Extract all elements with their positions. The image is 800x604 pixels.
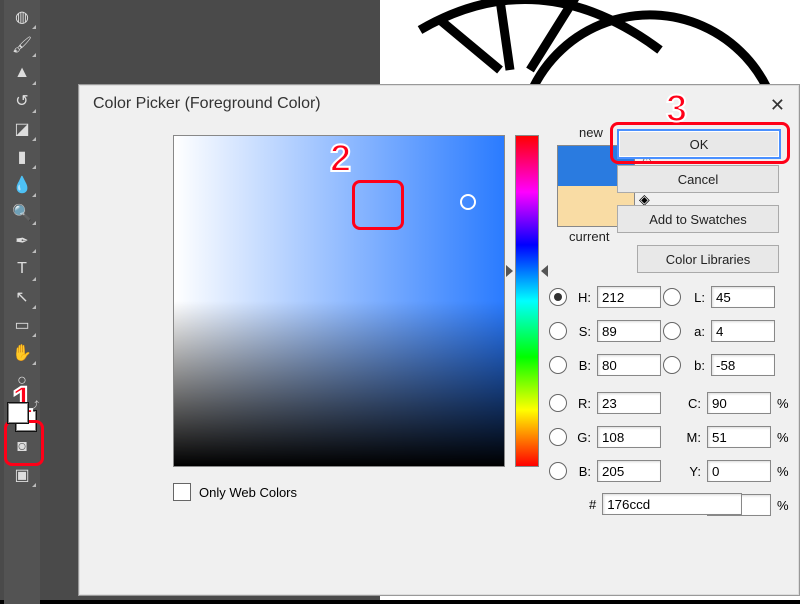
current-color-label: current — [569, 229, 609, 244]
M-unit: % — [777, 430, 789, 445]
spot-healing-tool[interactable]: ◍ — [7, 4, 37, 30]
blur-tool[interactable]: 💧 — [7, 172, 37, 198]
hex-input[interactable] — [602, 493, 742, 515]
hue-input[interactable] — [597, 286, 661, 308]
g-row: G: — [549, 425, 661, 449]
hue-slider[interactable] — [515, 135, 539, 467]
a-label: a: — [683, 324, 705, 339]
L-radio[interactable] — [663, 288, 681, 306]
bri-label: B: — [569, 358, 591, 373]
annotation-num-2: 2 — [330, 138, 351, 181]
lb-input[interactable] — [711, 354, 775, 376]
L-label: L: — [683, 290, 705, 305]
type-tool[interactable]: T — [7, 256, 37, 282]
only-web-colors-row: Only Web Colors — [173, 483, 297, 501]
bri-input[interactable] — [597, 354, 661, 376]
annotation-box-2 — [352, 180, 404, 230]
annotation-num-3: 3 — [666, 88, 687, 131]
annotation-box-1 — [4, 420, 44, 466]
b-input[interactable] — [597, 460, 661, 482]
add-to-swatches-button[interactable]: Add to Swatches — [617, 205, 779, 233]
hue-label: H: — [569, 290, 591, 305]
r-label: R: — [569, 396, 591, 411]
only-web-colors-checkbox[interactable] — [173, 483, 191, 501]
a-row: a: — [663, 319, 775, 343]
bri-row: B:% — [549, 353, 679, 377]
a-radio[interactable] — [663, 322, 681, 340]
cancel-button[interactable]: Cancel — [617, 165, 779, 193]
C-label: C: — [679, 396, 701, 411]
L-input[interactable] — [711, 286, 775, 308]
g-radio[interactable] — [549, 428, 567, 446]
libraries-button-label: Color Libraries — [666, 252, 751, 267]
color-libraries-button[interactable]: Color Libraries — [637, 245, 779, 273]
Y-label: Y: — [679, 464, 701, 479]
brow: b: — [663, 353, 775, 377]
tools-panel: ◍ 🖌 ▲ ↺ ◪ ▮ 💧 🔍 ✒ T ↖ ▭ ✋ ○ ⤴ ◙ ▣ — [4, 0, 40, 604]
bri-radio[interactable] — [549, 356, 567, 374]
annotation-box-3 — [610, 122, 790, 164]
Y-input[interactable] — [707, 460, 771, 482]
g-input[interactable] — [597, 426, 661, 448]
hue-radio[interactable] — [549, 288, 567, 306]
sat-row: S:% — [549, 319, 679, 343]
C-unit: % — [777, 396, 789, 411]
M-row: M:% — [679, 425, 789, 449]
history-brush-tool[interactable]: ↺ — [7, 88, 37, 114]
new-color-label: new — [579, 125, 603, 140]
foreground-color-swatch[interactable] — [7, 402, 29, 424]
Y-row: Y:% — [679, 459, 789, 483]
hand-tool[interactable]: ✋ — [7, 340, 37, 366]
dialog-title: Color Picker (Foreground Color) — [79, 85, 799, 123]
color-field-cursor — [460, 194, 476, 210]
sat-radio[interactable] — [549, 322, 567, 340]
g-label: G: — [569, 430, 591, 445]
pen-tool[interactable]: ✒ — [7, 228, 37, 254]
only-web-colors-label: Only Web Colors — [199, 485, 297, 500]
hue-row: H:° — [549, 285, 672, 309]
cancel-button-label: Cancel — [678, 172, 718, 187]
M-input[interactable] — [707, 426, 771, 448]
r-radio[interactable] — [549, 394, 567, 412]
path-selection-tool[interactable]: ↖ — [7, 284, 37, 310]
lb-radio[interactable] — [663, 356, 681, 374]
hex-row: # — [589, 493, 742, 515]
clone-stamp-tool[interactable]: ▲ — [7, 60, 37, 86]
L-row: L: — [663, 285, 775, 309]
brush-tool[interactable]: 🖌 — [7, 32, 37, 58]
lb-label: b: — [683, 358, 705, 373]
color-field[interactable] — [173, 135, 505, 467]
r-row: R: — [549, 391, 661, 415]
eraser-tool[interactable]: ◪ — [7, 116, 37, 142]
swatches-button-label: Add to Swatches — [649, 212, 747, 227]
C-input[interactable] — [707, 392, 771, 414]
b-label: B: — [569, 464, 591, 479]
a-input[interactable] — [711, 320, 775, 342]
r-input[interactable] — [597, 392, 661, 414]
dodge-tool[interactable]: 🔍 — [7, 200, 37, 226]
hex-hash: # — [589, 497, 596, 512]
b-row: B: — [549, 459, 661, 483]
K-unit: % — [777, 498, 789, 513]
sat-input[interactable] — [597, 320, 661, 342]
gradient-tool[interactable]: ▮ — [7, 144, 37, 170]
M-label: M: — [679, 430, 701, 445]
close-icon[interactable]: ✕ — [770, 95, 785, 116]
Y-unit: % — [777, 464, 789, 479]
b-radio[interactable] — [549, 462, 567, 480]
sat-label: S: — [569, 324, 591, 339]
C-row: C:% — [679, 391, 789, 415]
rectangle-tool[interactable]: ▭ — [7, 312, 37, 338]
